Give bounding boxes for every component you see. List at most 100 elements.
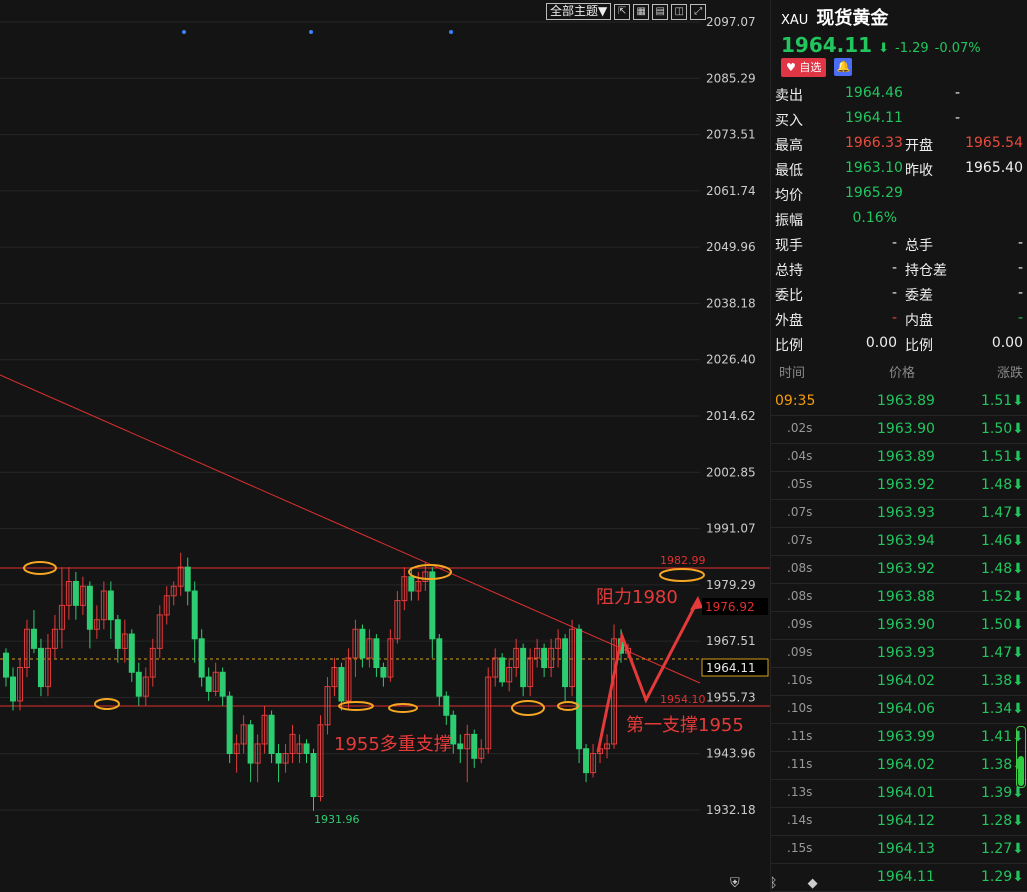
candle-body [275,753,282,764]
tick-time: .02s [787,421,813,435]
chart-icon[interactable]: ▤ [652,3,669,20]
candle-body [338,666,345,702]
field-label: 卖出 [775,88,803,104]
candle-body [520,647,527,688]
down-arrow-icon: ⬇ [878,41,889,56]
candle-body [86,585,93,630]
quote-field-row: 卖出 1964.46 - [775,83,1025,105]
expand-icon[interactable]: ⇱ [614,3,631,20]
tick-time: .07s [787,505,813,519]
grid-icon[interactable]: ▦ [633,3,650,20]
candle-body [128,633,135,673]
tick-row: .15s 1964.13 1.27⬇ [771,835,1027,864]
app-icon[interactable]: ◆ [808,876,818,891]
candle-body [373,638,380,668]
marker-dot [182,30,186,34]
field-label: 振幅 [775,213,803,229]
field-label-2: 委差 [905,288,933,304]
tick-change: 1.51⬇ [981,449,1024,465]
y-tick-label: 2026.40 [706,353,756,367]
candle-body [541,647,548,668]
symbol-code: XAU [781,13,809,28]
field-label: 最高 [775,138,803,154]
field-label-2: 比例 [905,338,933,354]
tick-change: 1.38⬇ [981,673,1024,689]
field-value: 0.16% [852,210,897,226]
tick-time: .08s [787,589,813,603]
add-favorite-button[interactable]: ♥ 自选 [781,58,827,77]
field-label-2: 昨收 [905,163,933,179]
tick-time: .09s [787,617,813,631]
candle-body [429,571,436,640]
kline-chart[interactable]: 2097.07 2085.29 2073.51 2061.74 2049.96 2038.… [0,0,770,891]
tick-row: 09:35 1963.89 1.51⬇ [771,387,1027,416]
tick-price: 1963.93 [877,645,935,661]
quote-field-row: 最低 1963.10 昨收 1965.40 [775,158,1025,180]
fullscreen-icon[interactable]: ⤢ [690,3,707,20]
tick-row: .10s 1964.02 1.38⬇ [771,667,1027,696]
field-label: 总持 [775,263,803,279]
candle-body [9,676,16,702]
taskbar-icons: ⛨ ᛒ ◆ [730,876,818,891]
tick-time: .14s [787,813,813,827]
candle-body [198,638,205,678]
y-tick-label: 1943.96 [706,747,756,761]
tick-row: .13s 1964.01 1.39⬇ [771,779,1027,808]
resistance-label: 1982.99 [660,554,706,567]
tick-time: .07s [787,533,813,547]
security-icon[interactable]: ⛨ [730,876,740,891]
quote-field-row: 最高 1966.33 开盘 1965.54 [775,133,1025,155]
candle-body [499,657,506,683]
candle-body [303,743,310,755]
bluetooth-icon[interactable]: ᛒ [770,876,778,891]
y-tick-label: 1979.29 [706,578,756,592]
layout-icon[interactable]: ◫ [671,3,688,20]
y-tick-label: 2085.29 [706,71,756,85]
candle-body [457,743,464,750]
field-label-2: 开盘 [905,138,933,154]
candle-body [3,652,9,678]
tick-time: .08s [787,561,813,575]
quote-field-row: 均价 1965.29 [775,183,1025,205]
arrow-head [690,596,703,610]
field-value: 1964.11 [845,110,903,126]
tick-price: 1964.02 [877,673,935,689]
target-label: 1976.92 [705,600,755,614]
candle-body [359,628,366,659]
bell-icon[interactable]: 🔔 [834,58,853,76]
theme-dropdown[interactable]: 全部主题▼ [546,3,612,20]
quote-field-row: 比例 0.00 比例 0.00 [775,333,1025,355]
tick-time: .11s [787,757,813,771]
low-label: 1931.96 [314,813,360,826]
tick-price: 1963.89 [877,449,935,465]
tick-row: .09s 1963.90 1.50⬇ [771,611,1027,640]
tick-row: .08s 1963.92 1.48⬇ [771,555,1027,584]
marker-dot [449,30,453,34]
candle-body [443,695,450,716]
support-annotation: 第一支撑1955 [626,715,744,736]
candle-body [471,733,478,759]
tick-row: .08s 1963.88 1.52⬇ [771,583,1027,612]
tick-change: 1.50⬇ [981,617,1024,633]
field-label-2: 总手 [905,238,933,254]
field-label: 现手 [775,238,803,254]
tick-price: 1963.94 [877,533,935,549]
field-label: 外盘 [775,313,803,329]
tick-change: 1.34⬇ [981,701,1024,717]
tick-price: 1964.13 [877,841,935,857]
price-change: -1.29 [895,41,929,56]
last-price: 1964.11 [781,33,873,57]
tick-change: 1.52⬇ [981,589,1024,605]
scrollbar[interactable] [1016,726,1026,788]
tick-time: .11s [787,729,813,743]
y-tick-label: 1932.18 [706,803,756,817]
y-tick-label: 2002.85 [706,465,756,479]
tick-change: 1.51⬇ [981,393,1024,409]
candlestick-chart[interactable]: 2097.07 2085.29 2073.51 2061.74 2049.96 2038.… [0,0,770,891]
tick-row: .11s 1964.02 1.38⬇ [771,751,1027,780]
col-change: 涨跌 [997,366,1024,381]
candle-body [408,576,415,592]
field-value: - [891,260,897,276]
action-row: ♥ 自选 🔔 [781,58,853,77]
tick-price: 1964.01 [877,785,935,801]
